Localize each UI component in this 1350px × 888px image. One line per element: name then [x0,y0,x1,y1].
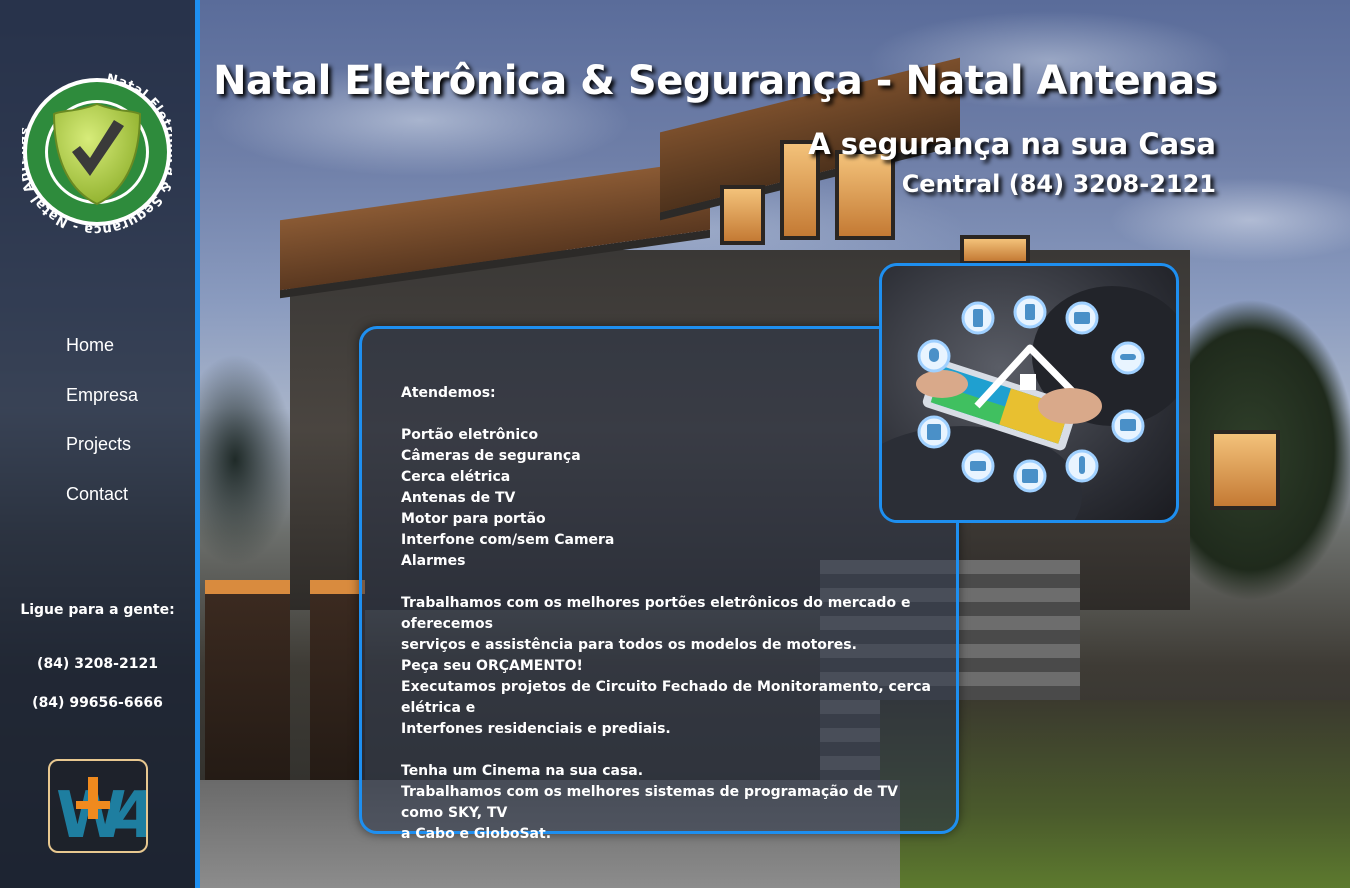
service-item: Interfone com/sem Camera [401,532,615,548]
window [835,150,895,240]
company-logo[interactable]: Natal Eletrônica & Segurança - Natal Ant… [14,54,180,249]
window [960,235,1030,265]
tv-paragraph-line: a Cabo e GloboSat. [401,826,552,842]
nav-item-contact[interactable]: Contact [66,481,138,531]
service-item: Câmeras de segurança [401,448,581,464]
content-text: Atendemos: Portão eletrônico Câmeras de … [401,383,941,845]
gates-paragraph-line: serviços e assistência para todos os mod… [401,637,857,653]
main-nav: Home Empresa Projects Contact [66,332,138,530]
central-phone: Central (84) 3208-2121 [901,170,1216,198]
services-heading: Atendemos: [401,385,496,401]
contact-title: Ligue para a gente: [20,602,175,618]
service-item: Alarmes [401,553,466,569]
cctv-paragraph-line: Executamos projetos de Circuito Fechado … [401,679,931,716]
service-item: Cerca elétrica [401,469,511,485]
w4y-badge-link[interactable]: W4Y [48,759,204,853]
garage-door [310,580,365,790]
cinema-line: Tenha um Cinema na sua casa. [401,763,644,779]
service-item: Portão eletrônico [401,427,539,443]
window [720,185,765,245]
gates-paragraph-line: Trabalhamos com os melhores portões elet… [401,595,911,632]
tv-paragraph-line: Trabalhamos com os melhores sistemas de … [401,784,898,821]
smart-home-illustration [882,286,1176,520]
nav-item-empresa[interactable]: Empresa [66,382,138,432]
service-item: Motor para portão [401,511,546,527]
page-title: Natal Eletrônica & Segurança - Natal Ant… [213,58,1218,104]
nav-item-projects[interactable]: Projects [66,431,138,481]
page-subtitle: A segurança na sua Casa [808,127,1216,161]
logo-graphic: Natal Eletrônica & Segurança - Natal Ant… [14,72,180,237]
garage-door [205,580,290,790]
w4y-logo-icon: W4Y [56,777,204,853]
sidebar-divider [195,0,200,888]
smart-home-image [879,263,1179,523]
svg-text:W4Y: W4Y [56,779,146,851]
nav-item-home[interactable]: Home [66,332,138,382]
window [1210,430,1280,510]
cctv-paragraph-line: Interfones residenciais e prediais. [401,721,671,737]
phone-landline: (84) 3208-2121 [37,656,158,672]
phone-mobile: (84) 99656-6666 [32,695,163,711]
service-item: Antenas de TV [401,490,516,506]
quote-callout: Peça seu ORÇAMENTO! [401,658,583,674]
